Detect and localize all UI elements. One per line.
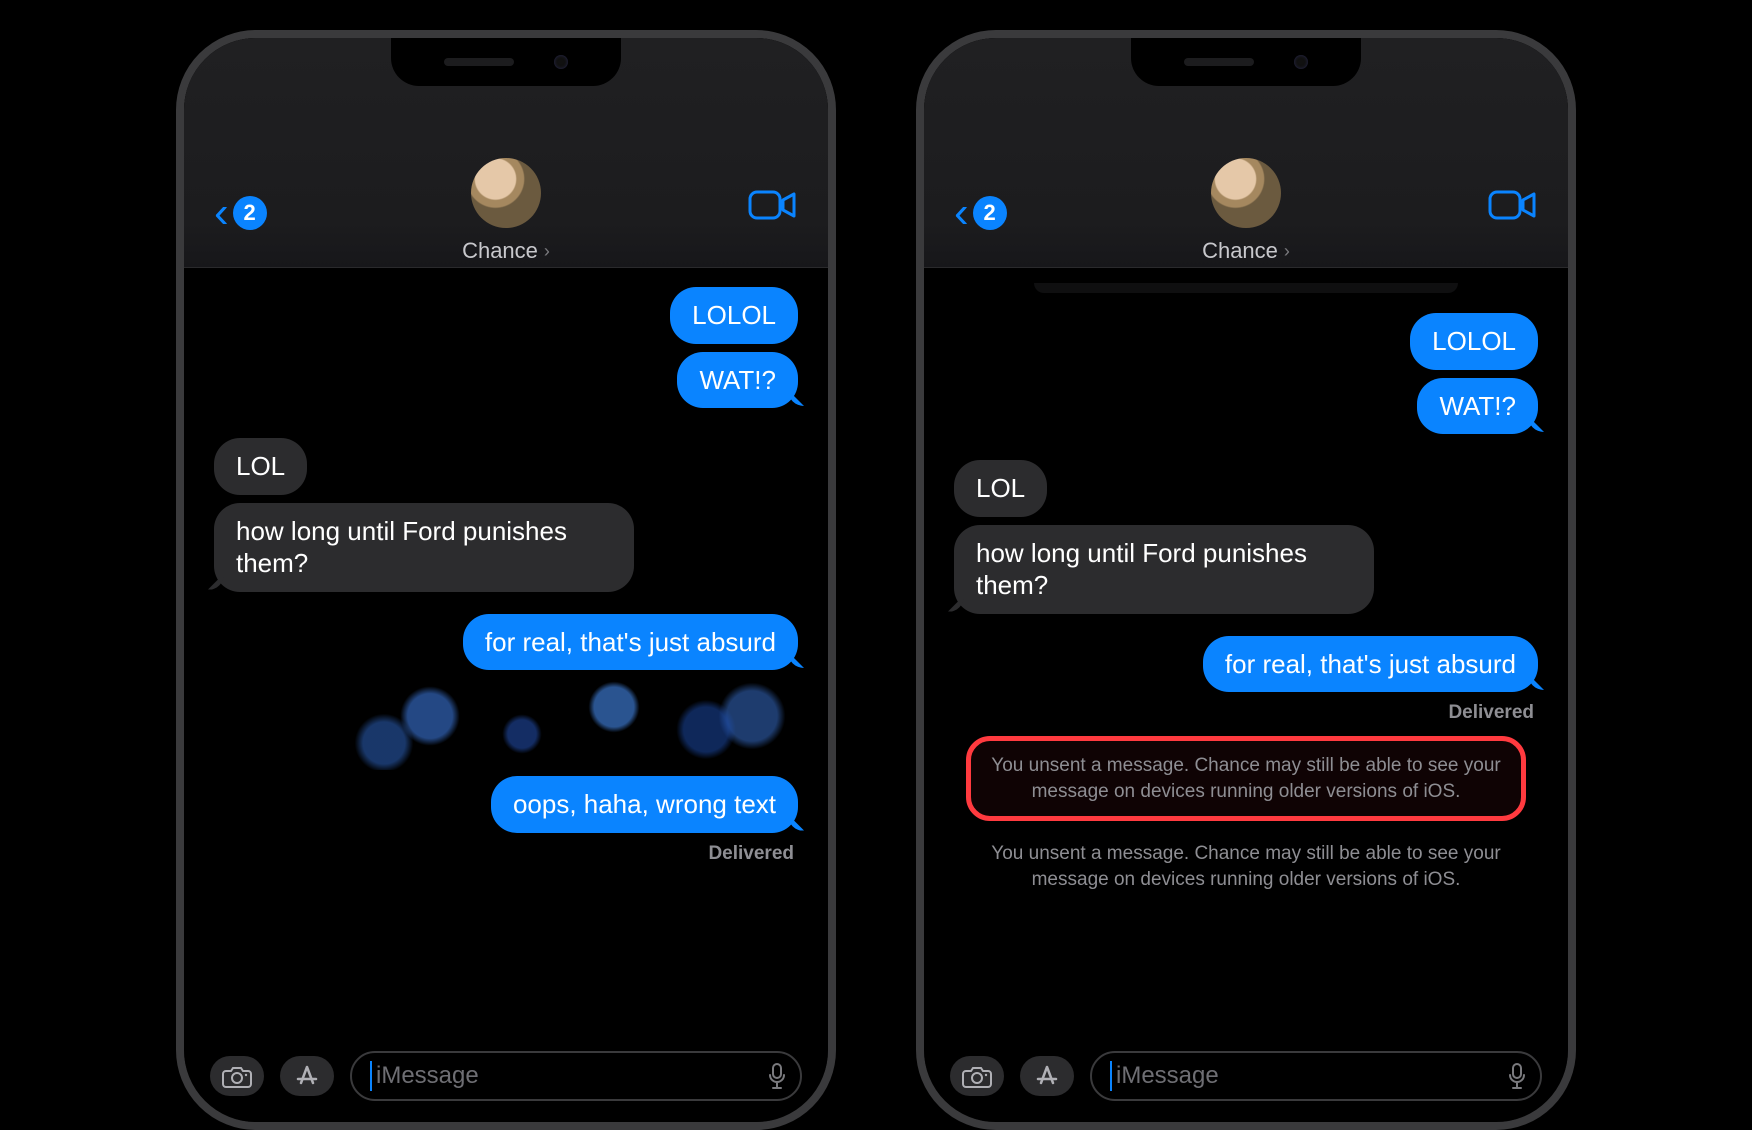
message-input[interactable]: iMessage — [350, 1051, 802, 1101]
delivered-status: Delivered — [954, 702, 1534, 724]
message-bubble[interactable]: how long until Ford punishes them? — [954, 525, 1374, 614]
unsent-notice: You unsent a message. Chance may still b… — [966, 841, 1526, 892]
facetime-button[interactable] — [1488, 188, 1538, 222]
message-bubble[interactable]: LOLOL — [670, 287, 798, 344]
phone-right: ‹ 2 Chance › LOLOL WAT!? LOL ho — [916, 30, 1576, 1130]
phone-left: ‹ 2 Chance › LOLOL WAT!? LOL how long un… — [176, 30, 836, 1130]
contact-name-button[interactable]: Chance › — [1202, 238, 1290, 264]
input-placeholder: iMessage — [1116, 1062, 1219, 1090]
facetime-button[interactable] — [748, 188, 798, 222]
unsent-notice-highlighted: You unsent a message. Chance may still b… — [966, 736, 1526, 821]
message-bubble[interactable]: for real, that's just absurd — [1203, 636, 1538, 693]
unread-badge: 2 — [973, 196, 1007, 230]
app-store-button[interactable] — [1020, 1056, 1074, 1096]
avatar[interactable] — [471, 158, 541, 228]
message-bubble[interactable]: how long until Ford punishes them? — [214, 503, 634, 592]
camera-icon — [962, 1064, 992, 1088]
camera-button[interactable] — [210, 1056, 264, 1096]
text-caret — [1110, 1061, 1112, 1091]
app-store-icon — [1032, 1064, 1062, 1088]
camera-button[interactable] — [950, 1056, 1004, 1096]
microphone-icon — [768, 1062, 786, 1090]
contact-name-button[interactable]: Chance › — [462, 238, 550, 264]
chevron-right-icon: › — [544, 241, 550, 262]
message-thread[interactable]: LOLOL WAT!? LOL how long until Ford puni… — [184, 273, 828, 1032]
composer-bar: iMessage — [184, 1042, 828, 1122]
message-bubble[interactable]: LOL — [214, 438, 307, 495]
back-button[interactable]: ‹ 2 — [954, 188, 1007, 238]
message-bubble[interactable]: LOLOL — [1410, 313, 1538, 370]
message-bubble[interactable]: WAT!? — [677, 352, 798, 409]
back-button[interactable]: ‹ 2 — [214, 188, 267, 238]
input-placeholder: iMessage — [376, 1062, 479, 1090]
chevron-left-icon: ‹ — [954, 188, 969, 238]
composer-bar: iMessage — [924, 1042, 1568, 1122]
chevron-left-icon: ‹ — [214, 188, 229, 238]
unread-badge: 2 — [233, 196, 267, 230]
message-input[interactable]: iMessage — [1090, 1051, 1542, 1101]
contact-name: Chance — [1202, 238, 1278, 264]
text-caret — [370, 1061, 372, 1091]
microphone-icon — [1508, 1062, 1526, 1090]
app-store-icon — [292, 1064, 322, 1088]
chevron-right-icon: › — [1284, 241, 1290, 262]
delivered-status: Delivered — [214, 843, 794, 865]
message-bubble[interactable]: LOL — [954, 460, 1047, 517]
unsend-shatter-effect — [338, 680, 798, 770]
message-bubble[interactable]: oops, haha, wrong text — [491, 776, 798, 833]
avatar[interactable] — [1211, 158, 1281, 228]
message-bubble[interactable]: for real, that's just absurd — [463, 614, 798, 671]
contact-name: Chance — [462, 238, 538, 264]
message-bubble[interactable]: WAT!? — [1417, 378, 1538, 435]
app-store-button[interactable] — [280, 1056, 334, 1096]
dictate-button[interactable] — [768, 1062, 786, 1090]
message-thread[interactable]: LOLOL WAT!? LOL how long until Ford puni… — [924, 273, 1568, 1032]
notch — [1131, 38, 1361, 86]
camera-icon — [222, 1064, 252, 1088]
notch — [391, 38, 621, 86]
dictate-button[interactable] — [1508, 1062, 1526, 1090]
